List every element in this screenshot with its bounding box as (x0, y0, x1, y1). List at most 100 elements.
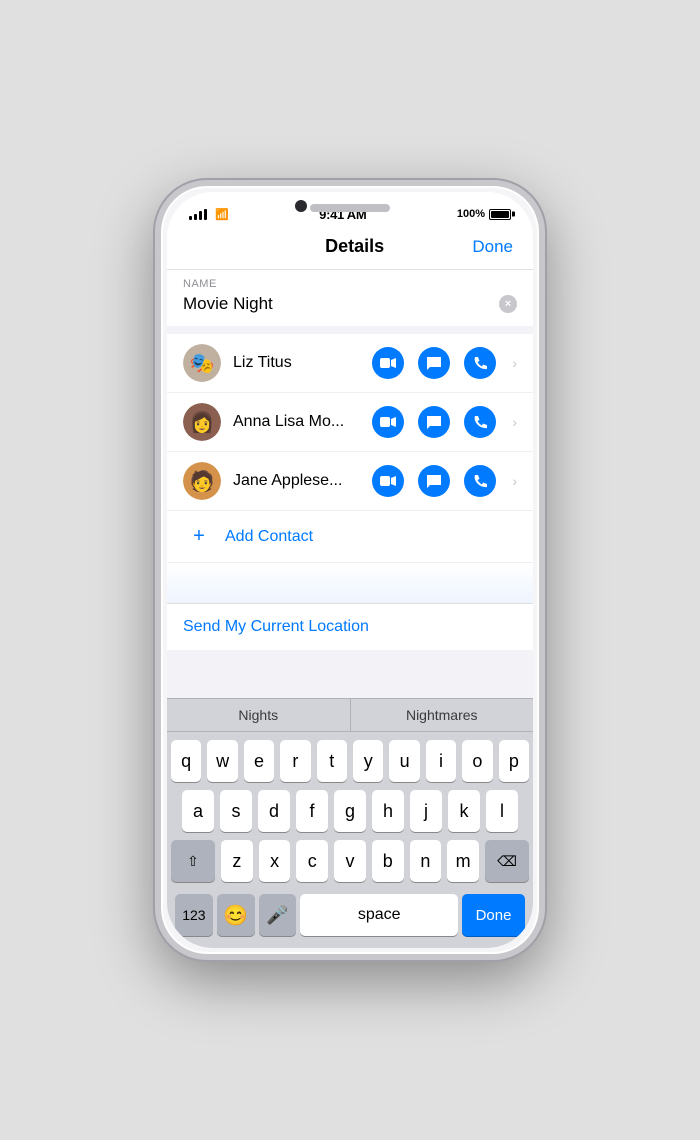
video-call-button-anna[interactable] (372, 406, 404, 438)
name-input-row: Movie Night × (183, 294, 517, 314)
nav-bar: Details Done (167, 228, 533, 270)
emoji-key[interactable]: 😊 (217, 894, 255, 936)
signal-bars (189, 208, 207, 220)
contact-actions-jane (372, 465, 496, 497)
volume-silent-button (155, 306, 159, 336)
key-o[interactable]: o (462, 740, 492, 782)
key-f[interactable]: f (296, 790, 328, 832)
key-p[interactable]: p (499, 740, 529, 782)
name-value[interactable]: Movie Night (183, 294, 273, 314)
key-i[interactable]: i (426, 740, 456, 782)
key-e[interactable]: e (244, 740, 274, 782)
phone-button-anna[interactable] (464, 406, 496, 438)
keyboard-row-3: ⇧ z x c v b n m ⌫ (171, 840, 529, 882)
key-d[interactable]: d (258, 790, 290, 832)
backspace-key[interactable]: ⌫ (485, 840, 529, 882)
volume-up-button (155, 351, 159, 396)
avatar-anna: 👩 (183, 403, 221, 441)
autocomplete-item-1[interactable]: Nightmares (351, 699, 534, 731)
contact-name-anna: Anna Lisa Mo... (233, 413, 360, 431)
keyboard-done-button[interactable]: Done (462, 894, 525, 936)
contact-actions-liz (372, 347, 496, 379)
key-y[interactable]: y (353, 740, 383, 782)
signal-bar-1 (189, 216, 192, 220)
key-t[interactable]: t (317, 740, 347, 782)
battery-percent: 100% (457, 208, 485, 220)
chevron-jane: › (512, 473, 517, 489)
message-button-jane[interactable] (418, 465, 450, 497)
key-x[interactable]: x (259, 840, 291, 882)
contact-actions-anna (372, 406, 496, 438)
key-j[interactable]: j (410, 790, 442, 832)
video-call-button-liz[interactable] (372, 347, 404, 379)
key-h[interactable]: h (372, 790, 404, 832)
shift-key[interactable]: ⇧ (171, 840, 215, 882)
key-n[interactable]: n (410, 840, 442, 882)
contact-name-jane: Jane Applese... (233, 472, 360, 490)
nav-title: Details (325, 236, 384, 257)
gradient-overlay (167, 563, 533, 603)
wifi-icon: 📶 (215, 208, 229, 221)
add-contact-row[interactable]: + Add Contact (167, 511, 533, 563)
clear-button[interactable]: × (499, 295, 517, 313)
battery-icon (489, 209, 511, 220)
key-l[interactable]: l (486, 790, 518, 832)
key-a[interactable]: a (182, 790, 214, 832)
content: NAME Movie Night × 🎭 Liz Titus (167, 270, 533, 698)
contact-name-liz: Liz Titus (233, 354, 360, 372)
chevron-anna: › (512, 414, 517, 430)
phone-frame: 📶 9:41 AM 100% Details Done NAME Movie N… (155, 180, 545, 960)
keyboard-row-1: q w e r t y u i o p (171, 740, 529, 782)
key-b[interactable]: b (372, 840, 404, 882)
add-plus-icon: + (183, 525, 215, 548)
message-button-anna[interactable] (418, 406, 450, 438)
space-key[interactable]: space (300, 894, 458, 936)
name-section: NAME Movie Night × (167, 270, 533, 326)
key-u[interactable]: u (389, 740, 419, 782)
key-k[interactable]: k (448, 790, 480, 832)
autocomplete-bar: Nights Nightmares (167, 698, 533, 732)
status-bar: 📶 9:41 AM 100% (167, 192, 533, 228)
location-section[interactable]: Send My Current Location (167, 603, 533, 650)
location-label: Send My Current Location (183, 618, 369, 635)
contact-row: 👩 Anna Lisa Mo... › (167, 393, 533, 452)
chevron-liz: › (512, 355, 517, 371)
video-call-button-jane[interactable] (372, 465, 404, 497)
numbers-key[interactable]: 123 (175, 894, 213, 936)
signal-bar-4 (204, 209, 207, 220)
key-w[interactable]: w (207, 740, 237, 782)
contact-row: 🎭 Liz Titus › (167, 334, 533, 393)
keyboard-bottom-row: 123 😊 🎤 space Done (171, 890, 529, 944)
avatar-jane: 🧑 (183, 462, 221, 500)
key-c[interactable]: c (296, 840, 328, 882)
add-contact-label: Add Contact (225, 528, 313, 546)
done-button[interactable]: Done (472, 237, 513, 257)
key-s[interactable]: s (220, 790, 252, 832)
status-right: 100% (457, 208, 511, 220)
status-time: 9:41 AM (319, 207, 366, 222)
key-r[interactable]: r (280, 740, 310, 782)
name-label: NAME (183, 278, 517, 290)
key-g[interactable]: g (334, 790, 366, 832)
keyboard: q w e r t y u i o p a s d f g h j k (167, 732, 533, 948)
battery-fill (491, 211, 509, 218)
key-q[interactable]: q (171, 740, 201, 782)
phone-button-jane[interactable] (464, 465, 496, 497)
camera (295, 200, 307, 212)
key-z[interactable]: z (221, 840, 253, 882)
phone-button-liz[interactable] (464, 347, 496, 379)
signal-bar-3 (199, 211, 202, 220)
message-button-liz[interactable] (418, 347, 450, 379)
status-left: 📶 (189, 208, 229, 221)
power-button (541, 341, 545, 411)
avatar-emoji-liz: 🎭 (183, 344, 221, 382)
screen: 📶 9:41 AM 100% Details Done NAME Movie N… (167, 192, 533, 948)
signal-bar-2 (194, 214, 197, 220)
volume-down-button (155, 408, 159, 453)
contact-row: 🧑 Jane Applese... › (167, 452, 533, 511)
key-m[interactable]: m (447, 840, 479, 882)
autocomplete-item-0[interactable]: Nights (167, 699, 351, 731)
keyboard-row-2: a s d f g h j k l (171, 790, 529, 832)
key-v[interactable]: v (334, 840, 366, 882)
microphone-key[interactable]: 🎤 (259, 894, 297, 936)
